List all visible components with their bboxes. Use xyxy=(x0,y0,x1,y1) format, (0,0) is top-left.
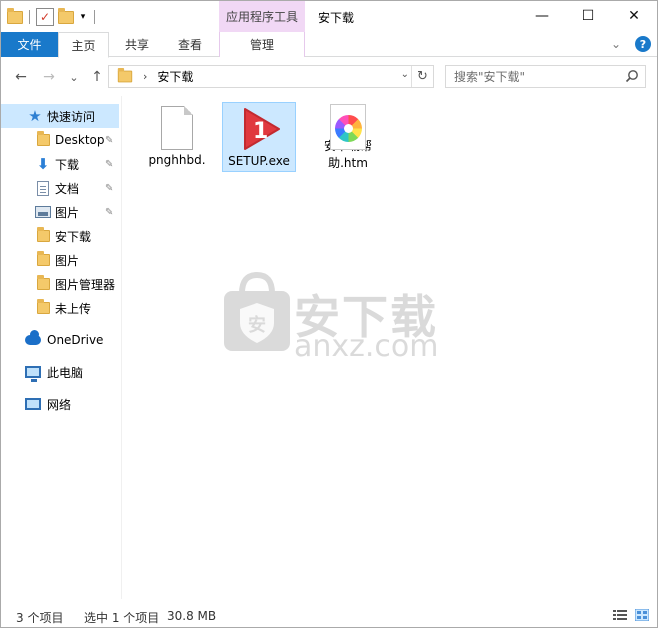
sidebar-item-label: OneDrive xyxy=(47,333,104,347)
item-count: 3 个项目 xyxy=(16,611,64,625)
pictures-icon xyxy=(35,204,51,220)
back-button[interactable]: ← xyxy=(11,67,31,87)
search-placeholder: 搜索"安下载" xyxy=(454,70,526,84)
qat-separator xyxy=(94,10,95,24)
up-button[interactable]: ↑ xyxy=(87,67,107,87)
watermark-logo: 安 安下载 anxz.com xyxy=(222,271,442,364)
search-input[interactable]: 搜索"安下载" xyxy=(445,65,646,88)
sidebar-item-quick-access[interactable]: ★ 快速访问 xyxy=(1,104,119,128)
document-icon xyxy=(35,180,51,196)
explorer-window: ✓ ▾ 应用程序工具 安下载 — ☐ ✕ 文件 主页 共享 查看 管理 ⌄ ? … xyxy=(0,0,658,628)
sidebar-item-pictures-folder[interactable]: 图片 xyxy=(1,248,119,272)
sidebar-item-downloads[interactable]: ⬇ 下载 ✎ xyxy=(1,152,119,176)
star-icon: ★ xyxy=(28,107,42,125)
folder-icon xyxy=(35,275,51,292)
minimize-button[interactable]: — xyxy=(519,1,565,31)
pin-icon[interactable]: ✎ xyxy=(105,159,113,170)
folder-icon xyxy=(117,67,133,83)
folder-icon xyxy=(35,227,51,244)
window-title: 安下载 xyxy=(318,11,355,25)
qat-separator xyxy=(29,10,30,24)
sidebar-item-picture-manager[interactable]: 图片管理器 xyxy=(1,272,119,296)
maximize-button[interactable]: ☐ xyxy=(565,1,611,31)
tab-file[interactable]: 文件 xyxy=(1,32,58,57)
folder-icon xyxy=(35,299,51,316)
watermark-subtitle: anxz.com xyxy=(294,329,439,364)
sidebar-item-label: 此电脑 xyxy=(47,365,84,380)
download-icon: ⬇ xyxy=(36,155,50,173)
properties-check-icon[interactable]: ✓ xyxy=(36,8,54,26)
sidebar-item-label: 图片管理器 xyxy=(55,277,116,292)
sidebar-item-documents[interactable]: 文档 ✎ xyxy=(1,176,119,200)
folder-icon xyxy=(35,251,51,268)
recent-locations-button[interactable]: ⌄ xyxy=(64,67,84,87)
computer-icon xyxy=(25,364,41,382)
file-name: SETUP.exe xyxy=(228,154,290,168)
file-item[interactable]: pnghhbd. xyxy=(140,102,214,172)
folder-icon[interactable] xyxy=(7,7,23,24)
sidebar-item-this-pc[interactable]: 此电脑 xyxy=(1,360,119,384)
folder-icon xyxy=(35,131,51,148)
pin-icon[interactable]: ✎ xyxy=(105,183,113,194)
ribbon-tabs: 文件 主页 共享 查看 管理 ⌄ ? xyxy=(1,32,657,58)
refresh-button[interactable]: ↻ xyxy=(411,66,433,87)
onedrive-icon xyxy=(25,330,41,348)
selection-count: 选中 1 个项目 xyxy=(84,611,160,625)
title-bar: ✓ ▾ 应用程序工具 安下载 — ☐ ✕ xyxy=(1,1,657,32)
pin-icon[interactable]: ✎ xyxy=(105,207,113,218)
watermark-bag-icon: 安 xyxy=(224,271,290,351)
tab-share[interactable]: 共享 xyxy=(111,32,163,57)
sidebar-item-label: 图片 xyxy=(55,205,80,220)
svg-text:1: 1 xyxy=(253,119,268,144)
qat-customize-icon[interactable]: ▾ xyxy=(78,12,88,22)
details-view-icon[interactable] xyxy=(613,609,627,621)
quick-access-toolbar: ✓ ▾ xyxy=(7,6,97,28)
breadcrumb[interactable]: 安下载 xyxy=(157,68,193,85)
blank-file-icon xyxy=(153,104,201,152)
address-bar[interactable]: › 安下载 ⌄ ↻ xyxy=(108,65,434,88)
tab-manage[interactable]: 管理 xyxy=(219,32,305,57)
sidebar-item-label: 下载 xyxy=(55,157,80,172)
file-name: pnghhbd. xyxy=(148,153,206,167)
address-dropdown-icon[interactable]: ⌄ xyxy=(401,69,409,80)
ribbon-controls: ⌄ ? xyxy=(611,36,651,52)
sidebar-item-label: 安下载 xyxy=(55,229,92,244)
tab-home[interactable]: 主页 xyxy=(58,32,109,58)
sidebar-item-anxiazai[interactable]: 安下载 xyxy=(1,224,119,248)
setup-exe-icon: 1 xyxy=(235,105,283,153)
htm-file-icon xyxy=(324,104,372,150)
file-item[interactable]: 安下载帮助.htm xyxy=(311,102,385,172)
status-bar: 3 个项目 选中 1 个项目 30.8 MB xyxy=(1,603,657,627)
new-folder-icon[interactable] xyxy=(58,7,74,24)
sidebar-item-desktop[interactable]: Desktop ✎ xyxy=(1,128,119,152)
sidebar-item-not-uploaded[interactable]: 未上传 xyxy=(1,296,119,320)
sidebar-item-label: 快速访问 xyxy=(47,109,96,124)
file-list: pnghhbd. 1 SETUP.exe 安下载帮助.htm 安 xyxy=(122,96,657,599)
sidebar-item-label: 网络 xyxy=(47,397,72,412)
sidebar-item-label: 图片 xyxy=(55,253,80,268)
network-icon xyxy=(25,396,41,412)
navigation-bar: ← → ⌄ ↑ › 安下载 ⌄ ↻ 搜索"安下载" xyxy=(1,58,657,96)
sidebar-item-label: 未上传 xyxy=(55,301,92,316)
sidebar-item-network[interactable]: 网络 xyxy=(1,392,119,416)
selection-size: 30.8 MB xyxy=(167,609,217,623)
tab-view[interactable]: 查看 xyxy=(164,32,216,57)
ribbon-expand-icon[interactable]: ⌄ xyxy=(611,37,621,51)
close-button[interactable]: ✕ xyxy=(611,1,657,31)
forward-button[interactable]: → xyxy=(39,67,59,87)
watermark-glyph: 安 xyxy=(248,314,266,336)
search-icon[interactable] xyxy=(625,69,639,83)
sidebar-item-onedrive[interactable]: OneDrive xyxy=(1,328,119,352)
sidebar-item-pictures[interactable]: 图片 ✎ xyxy=(1,200,119,224)
breadcrumb-separator-icon[interactable]: › xyxy=(143,70,147,83)
sidebar-item-label: 文档 xyxy=(55,181,80,196)
large-icons-view-icon[interactable] xyxy=(635,609,649,621)
file-item-selected[interactable]: 1 SETUP.exe xyxy=(222,102,296,172)
sidebar-item-label: Desktop xyxy=(55,133,105,147)
help-icon[interactable]: ? xyxy=(635,36,651,52)
context-tool-header: 应用程序工具 xyxy=(219,1,305,32)
pin-icon[interactable]: ✎ xyxy=(105,135,113,146)
navigation-pane: ★ 快速访问 Desktop ✎ ⬇ 下载 ✎ 文档 ✎ 图片 ✎ 安下载 图片… xyxy=(1,96,121,599)
